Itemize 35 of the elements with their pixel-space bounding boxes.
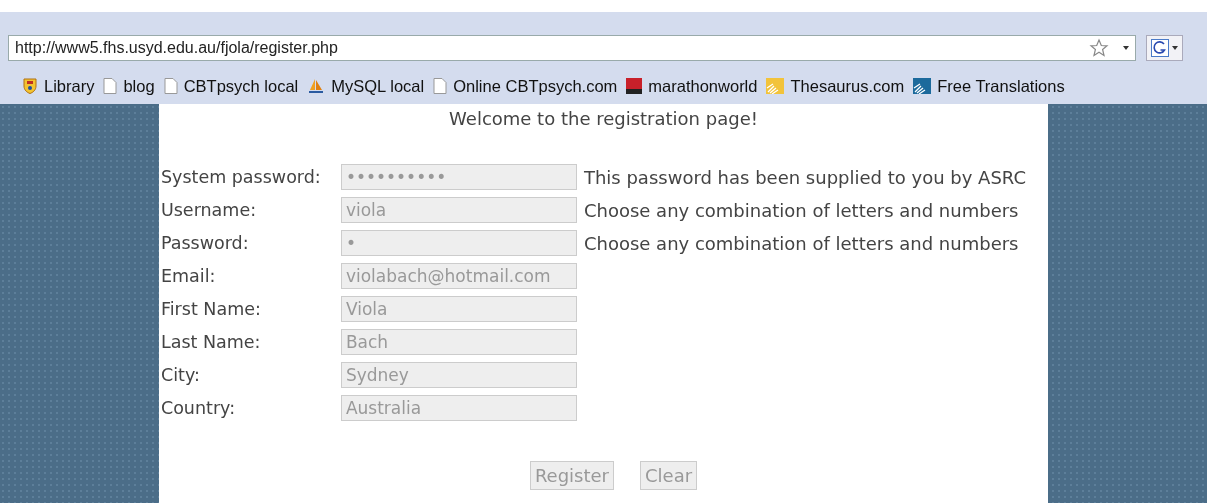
page-heading: Welcome to the registration page! <box>448 107 759 131</box>
field-hint: Choose any combination of letters and numbers <box>583 199 1019 221</box>
bookmark-item[interactable]: blog <box>103 76 155 96</box>
page-icon <box>433 78 448 94</box>
field-label: Country: <box>160 398 237 418</box>
crest-icon <box>22 78 38 94</box>
bookmark-item[interactable]: Library <box>22 76 95 96</box>
dropdown-icon[interactable] <box>1123 46 1129 50</box>
letter-g-icon <box>1151 39 1169 57</box>
bookmark-item[interactable]: Online CBTpsych.com <box>433 76 618 96</box>
sun-icon <box>766 78 785 94</box>
field-label: Last Name: <box>160 332 262 352</box>
rays-icon <box>913 78 932 94</box>
url-text: http://www5.fhs.usyd.edu.au/fjola/register.php <box>15 39 339 57</box>
star-icon[interactable] <box>1089 38 1109 58</box>
bookmark-item[interactable]: Thesaurus.com <box>766 76 905 96</box>
field-hint: This password has been supplied to you by ASRC <box>583 166 1027 188</box>
field-label: Username: <box>160 200 258 220</box>
badge-icon <box>626 78 643 94</box>
field-label: First Name: <box>160 299 262 319</box>
bookmark-item[interactable]: Free Translations <box>913 76 1065 96</box>
field-label: City: <box>160 365 201 385</box>
field-label: System password: <box>160 167 322 187</box>
sails-icon <box>307 78 326 94</box>
page-icon <box>103 78 118 94</box>
page-icon <box>163 78 178 94</box>
bookmark-item[interactable]: marathonworld <box>626 76 758 96</box>
bookmark-item[interactable]: CBTpsych local <box>163 76 299 96</box>
dropdown-icon <box>1172 46 1178 50</box>
search-engine-button[interactable] <box>1146 35 1183 61</box>
address-bar[interactable]: http://www5.fhs.usyd.edu.au/fjola/register.php <box>8 35 1136 61</box>
field-label: Password: <box>160 233 250 253</box>
field-label: Email: <box>160 266 217 286</box>
field-hint: Choose any combination of letters and numbers <box>583 232 1019 254</box>
bookmark-item[interactable]: MySQL local <box>307 76 425 96</box>
